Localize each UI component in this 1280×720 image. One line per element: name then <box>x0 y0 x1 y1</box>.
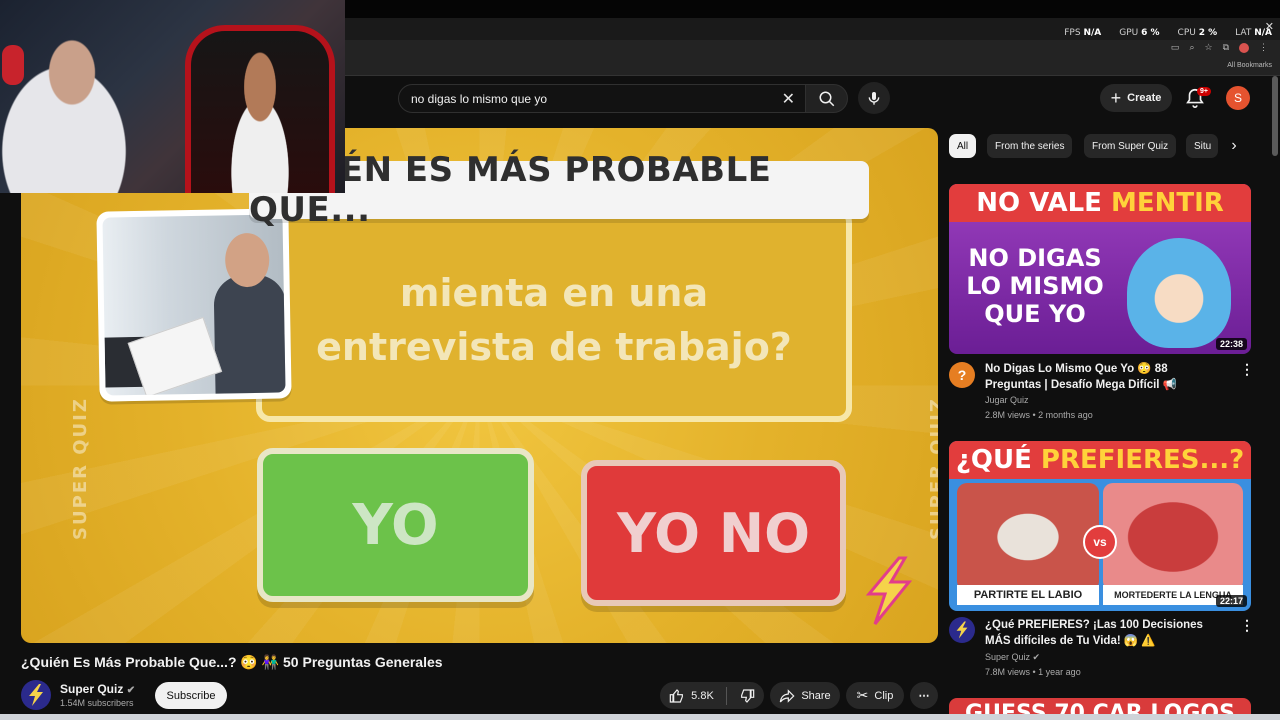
rec-1-character <box>1127 238 1231 348</box>
all-bookmarks-link[interactable]: All Bookmarks <box>1227 62 1272 69</box>
rec-2-channel[interactable]: Super Quiz ✔ <box>985 652 1040 663</box>
bookmark-star-icon[interactable]: ☆ <box>1204 42 1212 53</box>
chip-all[interactable]: All <box>949 134 977 158</box>
share-label: Share <box>801 689 831 702</box>
share-button[interactable]: Share <box>770 682 840 709</box>
rec-1-channel-avatar[interactable]: ? <box>949 362 975 388</box>
extensions-icon[interactable]: ⧉ <box>1223 42 1229 53</box>
search-button[interactable] <box>805 84 848 113</box>
rec-2-title[interactable]: ¿Qué PREFIERES? ¡Las 100 Decisiones MÁS … <box>985 617 1225 649</box>
chevron-right-icon[interactable]: › <box>1224 136 1244 156</box>
fps-stat: FPS N/A <box>1064 28 1102 38</box>
gpu-stat: GPU 6 % <box>1119 28 1160 38</box>
like-dislike-group: 5.8K <box>660 682 764 709</box>
browser-menu-icon[interactable]: ⋮ <box>1259 42 1268 53</box>
verified-icon: ✔ <box>1032 652 1041 662</box>
clear-search-icon[interactable]: ✕ <box>782 89 795 109</box>
microphone-icon <box>868 92 880 105</box>
rec-1-duration: 22:38 <box>1215 338 1247 350</box>
rec-2-banner: ¿QUÉ PREFIERES...? <box>949 441 1251 479</box>
browser-toolbar-icons: ▭ ⌕ ☆ ⧉ ⋮ <box>1171 42 1268 53</box>
search-icon <box>819 91 834 106</box>
dislike-icon[interactable] <box>739 688 755 704</box>
chip-from-the-series[interactable]: From the series <box>987 134 1073 158</box>
question-line-2: entrevista de trabajo? <box>316 325 792 369</box>
cast-icon[interactable]: ▭ <box>1171 42 1180 53</box>
subscriber-count: 1.54M subscribers <box>60 698 134 708</box>
channel-name-text[interactable]: Super Quiz <box>60 682 123 696</box>
rec-2-caption-left: PARTIRTE EL LABIO <box>957 585 1099 605</box>
rec-1-thumb-text: NO DIGAS LO MISMO QUE YO <box>966 244 1104 328</box>
watermark-right: SUPER QUIZ <box>926 397 938 540</box>
cpu-stat: CPU 2 % <box>1177 28 1218 38</box>
lightning-logo-icon <box>865 556 913 625</box>
question-text: mienta en una entrevista de trabajo? <box>256 266 852 374</box>
page-scrollbar[interactable] <box>1272 76 1278 156</box>
search-box[interactable]: no digas lo mismo que yo ✕ <box>398 84 806 113</box>
watermark-left: SUPER QUIZ <box>69 397 91 540</box>
create-label: Create <box>1127 92 1162 104</box>
rec-thumbnail-2[interactable]: ¿QUÉ PREFIERES...? vs PARTIRTE EL LABIO … <box>949 441 1251 611</box>
scissors-icon: ✂ <box>856 687 869 703</box>
webcam-person-right <box>210 45 310 193</box>
like-icon[interactable] <box>669 688 685 704</box>
like-divider <box>725 686 727 705</box>
lat-stat: LAT N/A <box>1235 28 1272 38</box>
voice-search-button[interactable] <box>858 82 890 114</box>
lightning-icon <box>29 684 43 706</box>
rec-1-title[interactable]: No Digas Lo Mismo Que Yo 😳 88 Preguntas … <box>985 361 1225 393</box>
account-avatar[interactable]: S <box>1226 86 1250 110</box>
rec-2-channel-text[interactable]: Super Quiz <box>985 652 1030 662</box>
option-no: YO NO <box>581 460 846 606</box>
profile-icon[interactable] <box>1239 42 1249 53</box>
create-button[interactable]: + Create <box>1100 84 1172 112</box>
verified-icon: ✔ <box>126 685 136 696</box>
more-horizontal-icon: ⋯ <box>918 690 930 702</box>
share-icon <box>780 688 795 703</box>
webcam-person-left <box>0 20 160 193</box>
headphones-icon <box>2 45 24 85</box>
zoom-icon[interactable]: ⌕ <box>1189 42 1194 53</box>
channel-avatar[interactable] <box>21 680 51 710</box>
search-input[interactable]: no digas lo mismo que yo <box>411 92 547 106</box>
chip-from-super-quiz[interactable]: From Super Quiz <box>1084 134 1177 158</box>
lightning-icon <box>956 621 968 639</box>
like-count[interactable]: 5.8K <box>691 690 714 702</box>
chip-situ[interactable]: Situ <box>1186 134 1218 158</box>
clip-button[interactable]: ✂ Clip <box>846 682 904 709</box>
rec-2-vs-badge: vs <box>1083 525 1117 559</box>
rec-thumbnail-1[interactable]: NO VALE MENTIR NO DIGAS LO MISMO QUE YO … <box>949 184 1251 354</box>
option-yes: YO <box>257 448 534 602</box>
rec-2-menu-icon[interactable]: ⋮ <box>1240 617 1254 634</box>
os-taskbar <box>0 714 1280 720</box>
webcam-overlay <box>0 0 345 193</box>
more-actions-button[interactable]: ⋯ <box>910 682 938 709</box>
rec-2-tongue-image <box>1103 483 1243 591</box>
video-title: ¿Quién Es Más Probable Que...? 😳 👫 50 Pr… <box>21 654 443 670</box>
rec-2-lip-image <box>957 483 1099 591</box>
rec-1-channel[interactable]: Jugar Quiz <box>985 395 1029 405</box>
video-player[interactable]: SUPER QUIZ SUPER QUIZ ¿QUIÉN ES MÁS PROB… <box>21 128 938 643</box>
clip-label: Clip <box>874 689 894 702</box>
performance-overlay: FPS N/A GPU 6 % CPU 2 % LAT N/A <box>1064 28 1272 38</box>
rec-2-channel-avatar[interactable] <box>949 617 975 643</box>
rec-1-meta: 2.8M views • 2 months ago <box>985 410 1093 420</box>
rec-1-banner: NO VALE MENTIR <box>949 184 1251 222</box>
plus-icon: + <box>1110 88 1122 108</box>
subscribe-button[interactable]: Subscribe <box>155 682 227 709</box>
rec-2-duration: 22:17 <box>1215 595 1247 607</box>
rec-1-menu-icon[interactable]: ⋮ <box>1240 361 1254 378</box>
channel-name[interactable]: Super Quiz ✔ <box>60 682 135 696</box>
question-line-1: mienta en una <box>399 271 709 315</box>
rec-2-meta: 7.8M views • 1 year ago <box>985 667 1081 677</box>
notification-count-badge: 9+ <box>1197 87 1211 96</box>
